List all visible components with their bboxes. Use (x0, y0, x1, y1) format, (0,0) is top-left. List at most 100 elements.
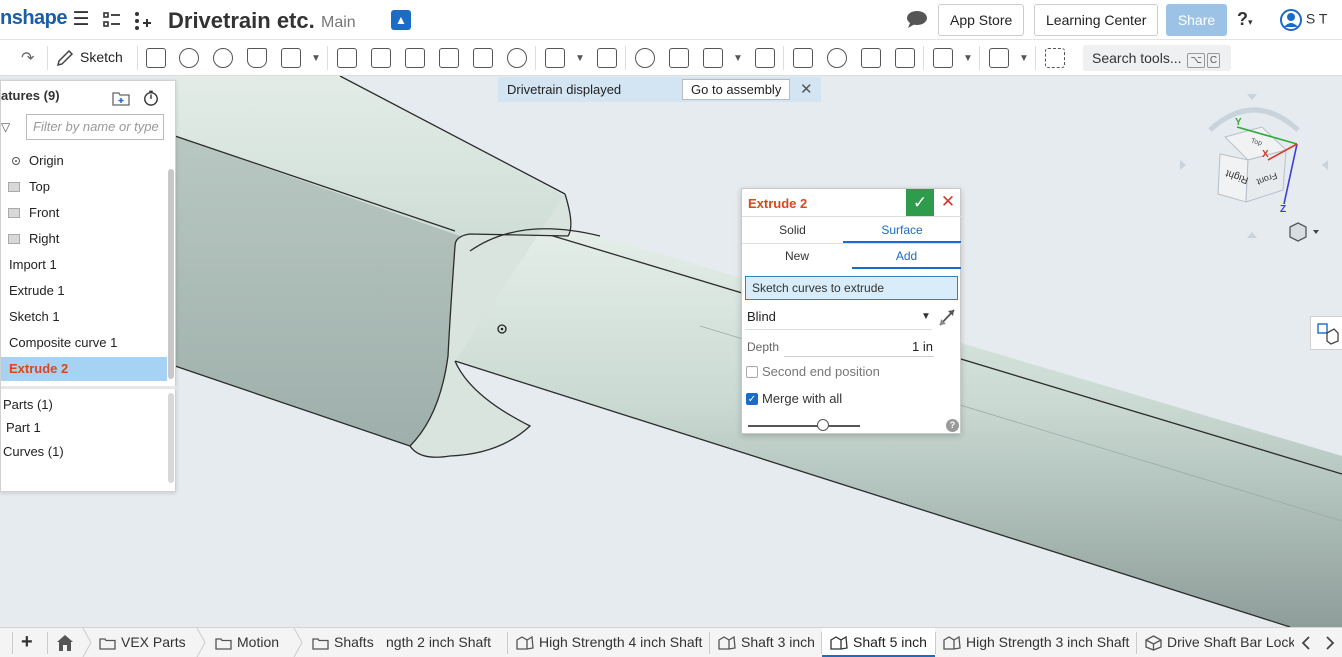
branch-name[interactable]: Main (321, 14, 356, 32)
parts-header[interactable]: Parts (1) (3, 397, 53, 412)
move-face-tool-icon[interactable] (861, 48, 881, 68)
chamfer-tool-icon[interactable] (371, 48, 391, 68)
document-title[interactable]: Drivetrain etc. (168, 8, 315, 34)
modify-fillet-tool-icon[interactable] (793, 48, 813, 68)
tab-shaft-5-inch[interactable]: Shaft 5 inch (822, 628, 935, 657)
depth-input[interactable]: 1 in (912, 339, 933, 354)
menu-icon[interactable]: ☰ (70, 9, 92, 31)
hole-tool-icon[interactable] (507, 48, 527, 68)
learning-center-button[interactable]: Learning Center (1034, 4, 1159, 36)
help-icon[interactable]: ? (1237, 9, 1248, 29)
add-folder-icon[interactable] (112, 90, 130, 106)
go-to-assembly-button[interactable]: Go to assembly (682, 79, 791, 100)
selection-field[interactable]: Sketch curves to extrude (745, 276, 958, 300)
split-tool-icon[interactable] (669, 48, 689, 68)
chevron-down-icon[interactable]: ▼ (575, 53, 585, 64)
thicken-tool-icon[interactable] (281, 48, 301, 68)
insert-part-icon[interactable] (131, 9, 153, 31)
second-end-checkbox[interactable] (746, 366, 758, 378)
shell-tool-icon[interactable] (473, 48, 493, 68)
delete-face-tool-icon[interactable] (827, 48, 847, 68)
parts-list-scrollbar[interactable] (168, 393, 174, 483)
sweep-tool-icon[interactable] (213, 48, 233, 68)
feature-item-composite-curve-1[interactable]: Composite curve 1 (1, 331, 167, 355)
tab-high-strength-3-inch-shaft[interactable]: High Strength 3 inch Shaft (943, 628, 1129, 657)
confirm-check-icon[interactable]: ✓ (906, 189, 934, 216)
breadcrumb-motion[interactable]: Motion (215, 628, 279, 657)
panel-divider[interactable] (1, 386, 177, 389)
view-cube[interactable]: Top Right Front Y X Z (1180, 92, 1328, 242)
feature-list-icon[interactable] (101, 9, 123, 31)
tab-shaft-3-inch[interactable]: Shaft 3 inch (718, 628, 815, 657)
feature-item-front-plane[interactable]: Front (1, 201, 167, 225)
feature-item-import-1[interactable]: Import 1 (1, 253, 167, 277)
home-icon[interactable] (55, 634, 75, 652)
rollback-timer-icon[interactable] (142, 90, 160, 106)
chevron-right-icon[interactable] (1324, 636, 1336, 650)
extrude-tool-icon[interactable] (146, 48, 166, 68)
flip-direction-icon[interactable] (937, 307, 957, 327)
app-store-button[interactable]: App Store (938, 4, 1025, 36)
merge-checkbox[interactable]: ✓ (746, 393, 758, 405)
close-icon[interactable]: ✕ (800, 80, 813, 98)
avatar-icon[interactable] (1280, 9, 1302, 31)
rib-tool-icon[interactable] (439, 48, 459, 68)
3d-viewport[interactable] (0, 76, 1342, 627)
rotate-right-icon[interactable] (1322, 160, 1328, 170)
loft-tool-icon[interactable] (247, 48, 267, 68)
chevron-down-icon[interactable]: ▼ (1019, 53, 1029, 64)
end-type-select[interactable]: Blind (747, 309, 776, 324)
add-custom-feature-icon[interactable] (1045, 48, 1065, 68)
help-icon[interactable]: ? (946, 419, 959, 432)
transform-tool-icon[interactable] (703, 48, 723, 68)
user-menu[interactable]: S T (1280, 9, 1327, 31)
revolve-tool-icon[interactable] (179, 48, 199, 68)
cancel-close-icon[interactable]: ✕ (938, 191, 958, 213)
sketch-button[interactable]: Sketch (80, 49, 123, 65)
curves-header[interactable]: Curves (1) (3, 444, 64, 459)
tab-new[interactable]: New (742, 243, 852, 269)
user-initials[interactable]: S T (1306, 11, 1328, 27)
rotate-left-icon[interactable] (1180, 160, 1186, 170)
help-menu[interactable]: ?▾ (1237, 9, 1253, 30)
onshape-logo[interactable]: nshape (0, 7, 68, 30)
chevron-down-icon[interactable]: ▼ (311, 53, 321, 64)
draft-tool-icon[interactable] (405, 48, 425, 68)
filter-icon[interactable]: ▽ (1, 120, 10, 134)
comment-icon[interactable] (906, 10, 928, 28)
feature-list-scrollbar[interactable] (168, 169, 174, 379)
plane-tool-icon[interactable] (933, 48, 953, 68)
chevron-down-icon[interactable]: ▼ (921, 311, 931, 322)
feature-item-origin[interactable]: Origin (1, 149, 167, 173)
feature-filter-input[interactable]: Filter by name or type (26, 114, 164, 140)
tab-surface[interactable]: Surface (843, 217, 961, 243)
part-item[interactable]: Part 1 (6, 420, 41, 435)
rotate-down-icon[interactable] (1247, 232, 1257, 238)
side-panel-toggle[interactable] (1310, 316, 1342, 350)
add-tab-button[interactable]: + (21, 628, 33, 657)
tab-solid[interactable]: Solid (742, 217, 843, 243)
redo-icon[interactable]: ↷ (21, 48, 34, 68)
share-button[interactable]: Share (1166, 4, 1227, 36)
chevron-left-icon[interactable] (1300, 636, 1312, 650)
breadcrumb-shafts[interactable]: Shafts (312, 628, 374, 657)
feature-item-extrude-1[interactable]: Extrude 1 (1, 279, 167, 303)
rotate-arc-icon[interactable] (1208, 107, 1300, 132)
feature-item-extrude-2[interactable]: Extrude 2 (1, 357, 167, 381)
tab-drive-shaft-bar-lock[interactable]: Drive Shaft Bar Lock (1145, 628, 1295, 657)
feature-item-top-plane[interactable]: Top (1, 175, 167, 199)
tab-high-strength-2-inch-shaft[interactable]: ngth 2 inch Shaft (386, 628, 491, 657)
transparency-slider[interactable] (748, 425, 860, 427)
rotate-up-icon[interactable] (1247, 94, 1257, 100)
education-icon[interactable]: ▲ (391, 10, 411, 30)
feature-item-sketch-1[interactable]: Sketch 1 (1, 305, 167, 329)
delete-part-tool-icon[interactable] (755, 48, 775, 68)
boolean-tool-icon[interactable] (635, 48, 655, 68)
slider-knob[interactable] (817, 419, 830, 431)
sketch-pencil-icon[interactable] (56, 49, 74, 67)
pattern-tool-icon[interactable] (545, 48, 565, 68)
fillet-tool-icon[interactable] (337, 48, 357, 68)
mate-connector-tool-icon[interactable] (989, 48, 1009, 68)
chevron-down-icon[interactable]: ▼ (733, 53, 743, 64)
feature-item-right-plane[interactable]: Right (1, 227, 167, 251)
